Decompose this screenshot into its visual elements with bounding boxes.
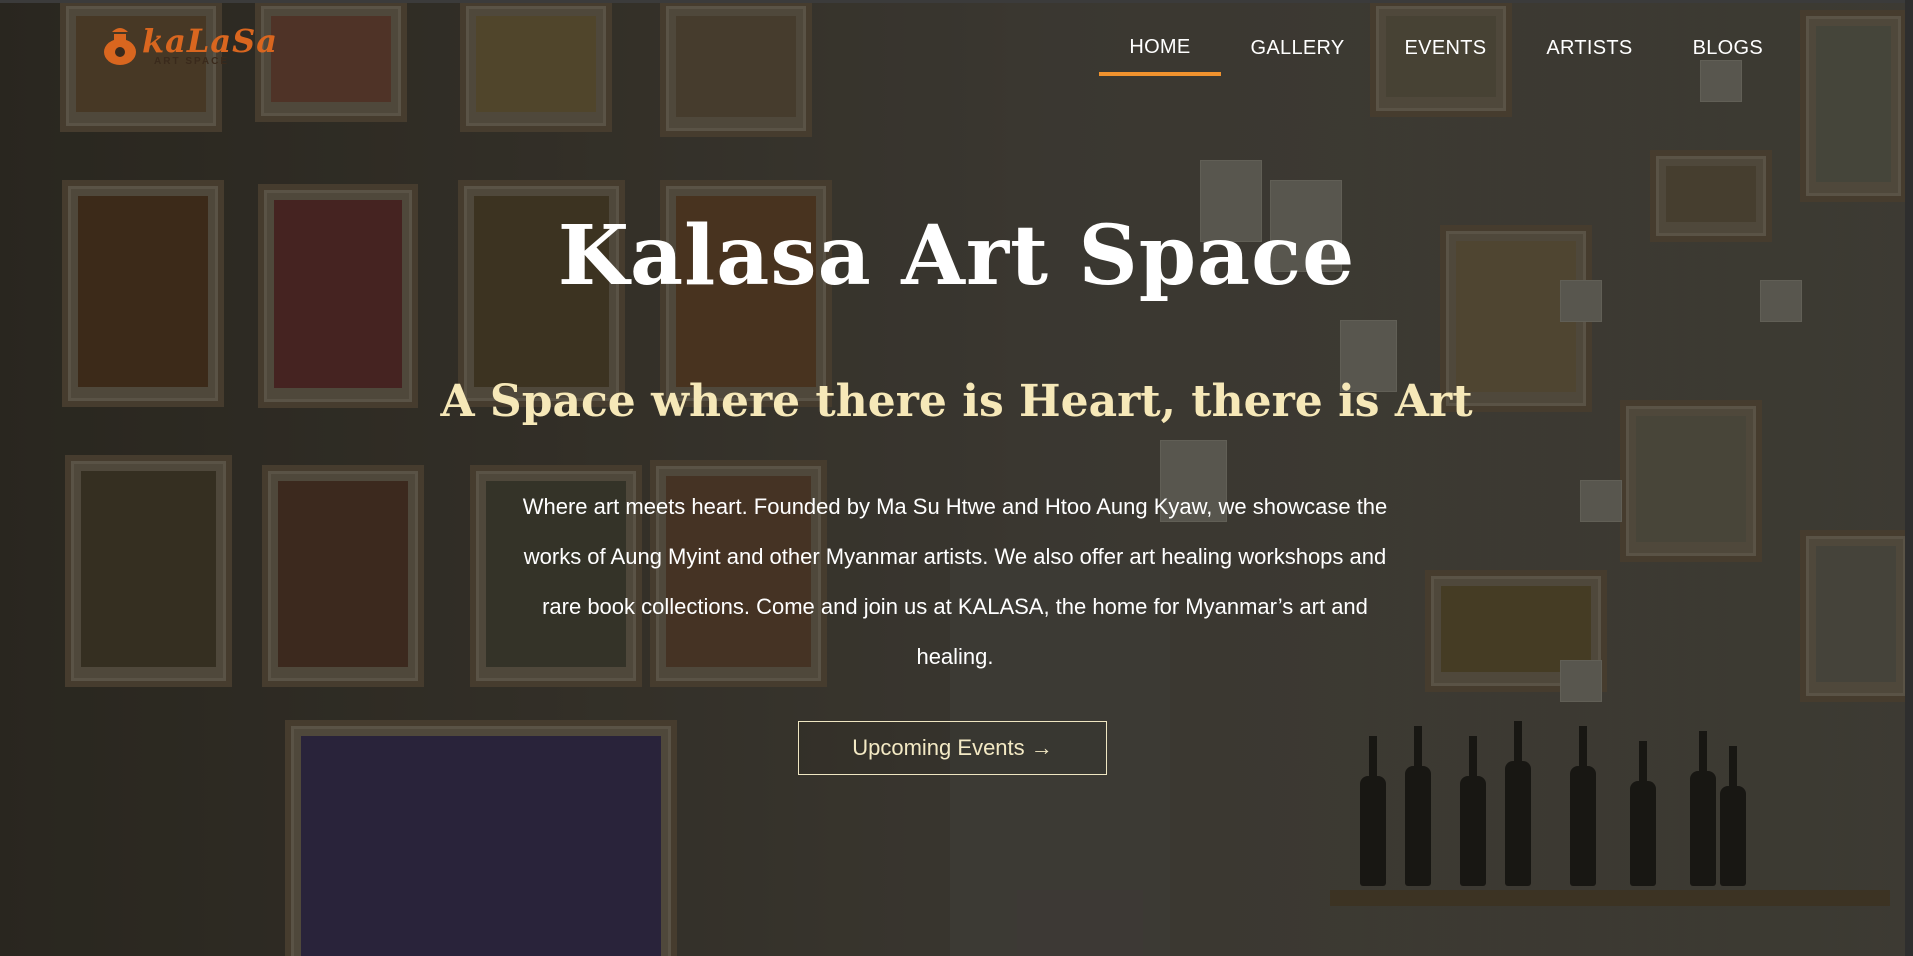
hero-description: Where art meets heart. Founded by Ma Su …: [522, 494, 1388, 669]
nav-events[interactable]: EVENTS: [1375, 0, 1517, 76]
logo-wordmark: kaLaSa: [142, 22, 278, 60]
scrollbar[interactable]: [1905, 0, 1913, 956]
nav-blogs[interactable]: BLOGS: [1663, 0, 1793, 76]
upcoming-events-button[interactable]: Upcoming Events →: [798, 721, 1107, 775]
dark-overlay: [0, 0, 1913, 956]
nav-artists[interactable]: ARTISTS: [1516, 0, 1662, 76]
site-header: kaLaSa ART SPACE HOME GALLERY EVENTS ART…: [0, 0, 1913, 80]
nav-gallery[interactable]: GALLERY: [1221, 0, 1375, 76]
logo-subtitle: ART SPACE: [154, 56, 230, 67]
pot-logo-icon: [104, 28, 136, 65]
hero-subtitle: A Space where there is Heart, there is A…: [440, 376, 1473, 427]
main-nav: HOME GALLERY EVENTS ARTISTS BLOGS: [1099, 0, 1793, 80]
kalasa-logo[interactable]: kaLaSa ART SPACE: [102, 18, 277, 74]
nav-home[interactable]: HOME: [1099, 0, 1221, 76]
hero-title: Kalasa Art Space: [557, 208, 1356, 304]
